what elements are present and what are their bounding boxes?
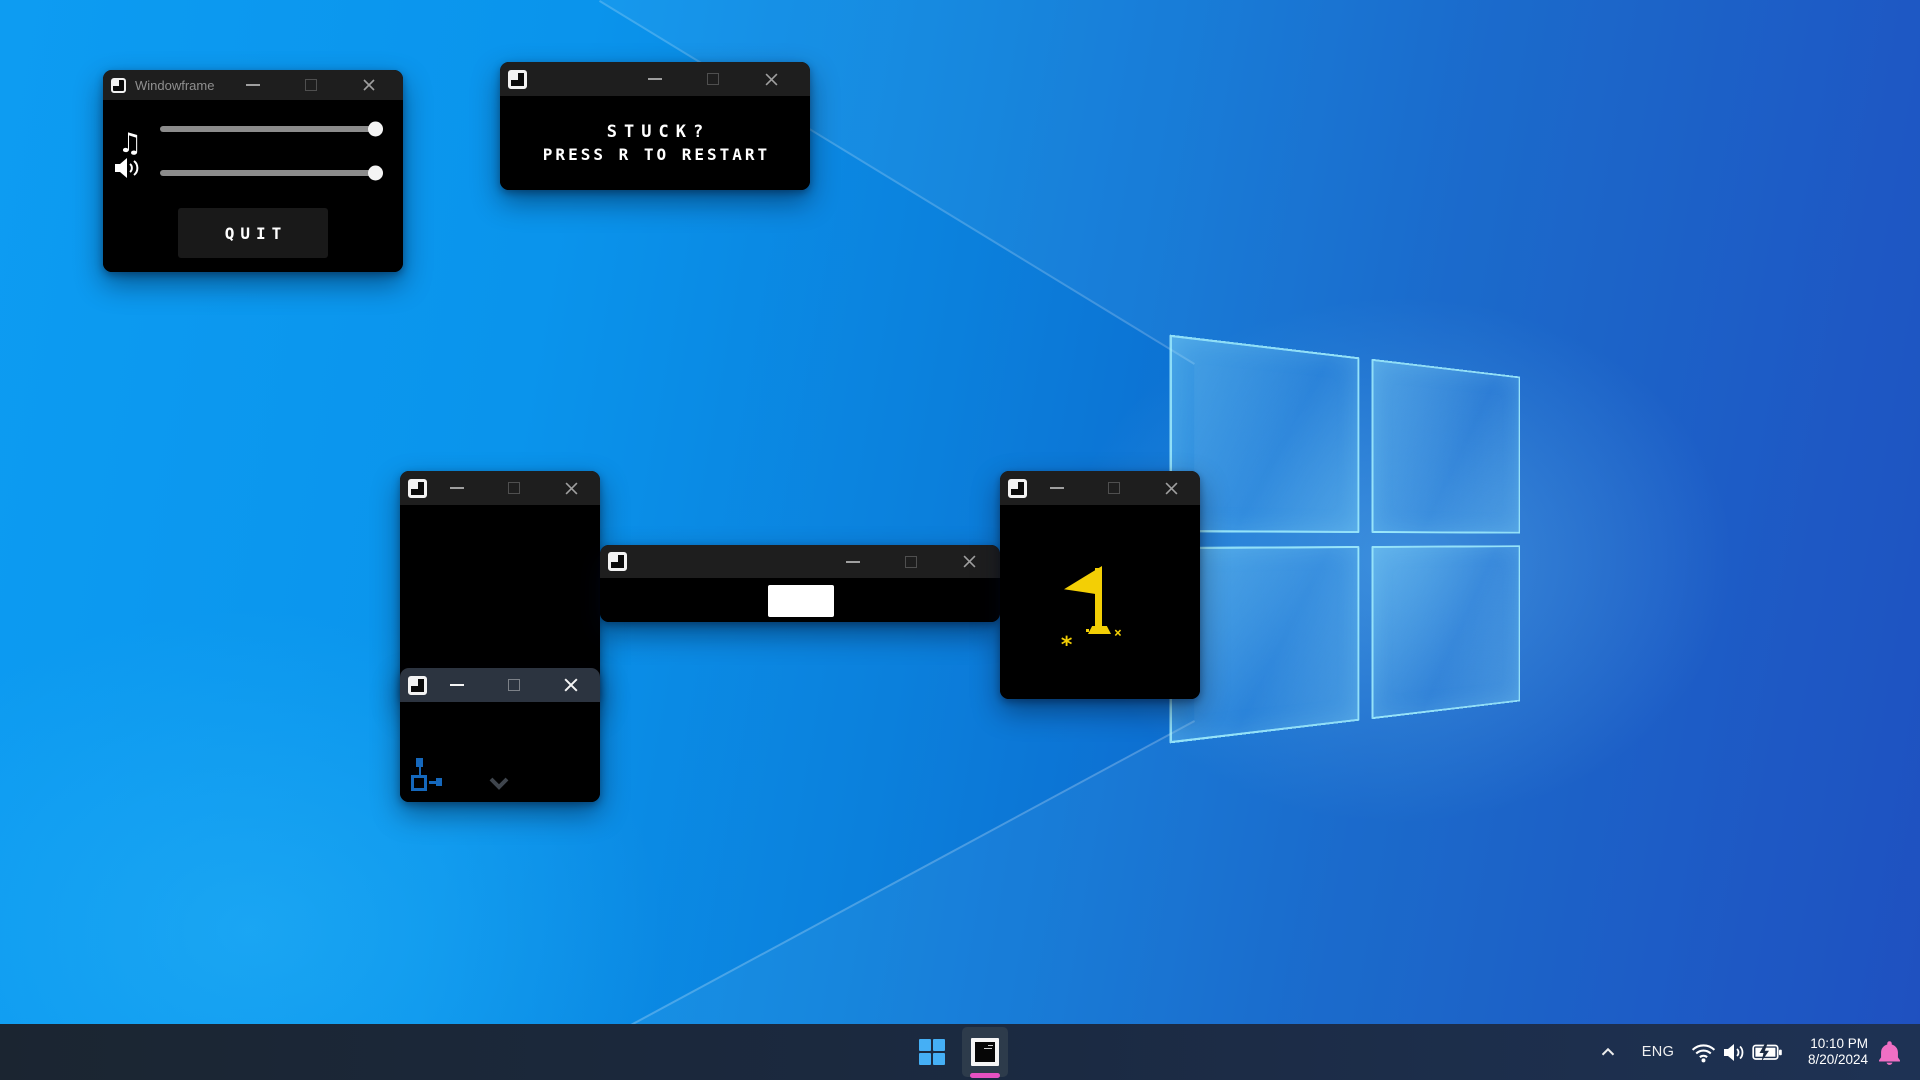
- sound-volume-slider[interactable]: [160, 170, 383, 176]
- close-icon: [963, 555, 976, 568]
- music-volume-slider-handle[interactable]: [368, 122, 383, 137]
- close-icon: [1165, 482, 1178, 495]
- window-title: Windowframe: [135, 78, 214, 93]
- game-window-body: [400, 702, 600, 802]
- game-window-titlebar[interactable]: [600, 545, 1000, 578]
- minimize-button[interactable]: [1028, 471, 1085, 505]
- close-icon: [565, 482, 578, 495]
- windows-logo-pane: [1371, 545, 1520, 719]
- battery-icon[interactable]: [1748, 1024, 1786, 1080]
- taskbar-app-windowframe[interactable]: [958, 1024, 1012, 1080]
- close-button[interactable]: [940, 545, 998, 578]
- speaker-icon: [114, 156, 144, 185]
- close-button[interactable]: [1143, 471, 1200, 505]
- blue-pin-icon: [416, 758, 423, 767]
- blue-pin-stem: [419, 767, 421, 775]
- minimize-button[interactable]: [824, 545, 882, 578]
- blue-plug-icon: [429, 781, 436, 784]
- close-button[interactable]: [742, 62, 800, 96]
- wifi-icon[interactable]: [1686, 1024, 1720, 1080]
- down-arrow-icon: [488, 776, 510, 795]
- tray-expand-button[interactable]: [1590, 1024, 1626, 1080]
- clock-date: 8/20/2024: [1808, 1052, 1868, 1068]
- close-icon: [363, 79, 375, 91]
- hint-window-body: STUCK? PRESS R TO RESTART: [500, 96, 810, 190]
- start-button[interactable]: [906, 1024, 958, 1080]
- sparkle-icon: *: [1060, 641, 1073, 651]
- game-window-body: [600, 578, 1000, 622]
- volume-icon[interactable]: [1718, 1024, 1752, 1080]
- maximize-button[interactable]: [882, 545, 940, 578]
- windowframe-icon: [508, 70, 527, 89]
- active-app-indicator: [970, 1073, 1000, 1078]
- sound-volume-slider-handle[interactable]: [368, 166, 383, 181]
- sparkle-icon: ×: [1114, 629, 1122, 639]
- game-window-titlebar[interactable]: [400, 471, 600, 505]
- blue-plug-head: [436, 778, 442, 786]
- hint-line-1: STUCK?: [600, 122, 710, 142]
- game-window-titlebar[interactable]: [1000, 471, 1200, 505]
- maximize-button[interactable]: [485, 471, 542, 505]
- windowframe-icon: [408, 479, 427, 498]
- quit-button[interactable]: QUIT: [178, 208, 328, 258]
- minimize-button[interactable]: [428, 471, 485, 505]
- player-character: [768, 585, 834, 617]
- hint-window-titlebar[interactable]: [500, 62, 810, 96]
- goal-window-body: * ×: [1000, 505, 1200, 699]
- maximize-button[interactable]: [485, 668, 542, 702]
- clock-time: 10:10 PM: [1810, 1036, 1868, 1052]
- minimize-button[interactable]: [224, 70, 282, 100]
- sparkle-dot: [1086, 629, 1089, 632]
- maximize-button[interactable]: [684, 62, 742, 96]
- close-icon: [765, 73, 778, 86]
- windowframe-icon: [408, 676, 427, 695]
- music-note-icon: ♫: [118, 128, 142, 159]
- maximize-button[interactable]: [282, 70, 340, 100]
- hint-window: STUCK? PRESS R TO RESTART: [500, 62, 810, 190]
- hint-line-2: PRESS R TO RESTART: [540, 145, 770, 164]
- windowframe-icon: [111, 78, 126, 93]
- goal-window: * ×: [1000, 471, 1200, 699]
- minimize-button[interactable]: [428, 668, 485, 702]
- maximize-button[interactable]: [1085, 471, 1142, 505]
- windowframe-app-icon: [971, 1038, 999, 1066]
- chevron-up-icon: [1597, 1041, 1619, 1063]
- windowframe-icon: [608, 552, 627, 571]
- game-window-small: [400, 668, 600, 802]
- notifications-bell-button[interactable]: [1870, 1024, 1908, 1080]
- taskbar: ENG: [0, 1024, 1920, 1080]
- game-window-tall: [400, 471, 600, 701]
- music-volume-slider[interactable]: [160, 126, 383, 132]
- settings-window-titlebar[interactable]: Windowframe: [103, 70, 403, 100]
- taskbar-clock[interactable]: 10:10 PM 8/20/2024: [1786, 1024, 1868, 1080]
- close-button[interactable]: [340, 70, 398, 100]
- settings-window-body: ♫ QUIT: [103, 100, 403, 272]
- bell-icon: [1876, 1039, 1903, 1066]
- desktop: Windowframe ♫: [0, 0, 1920, 1080]
- goal-flag-pole: [1095, 568, 1102, 628]
- windows-logo: [1170, 335, 1521, 744]
- language-indicator[interactable]: ENG: [1634, 1024, 1682, 1080]
- windowframe-icon: [1008, 479, 1027, 498]
- settings-window: Windowframe ♫: [103, 70, 403, 272]
- close-button[interactable]: [543, 471, 600, 505]
- blue-box-icon: [411, 775, 427, 791]
- windows-logo-pane: [1371, 359, 1520, 533]
- minimize-button[interactable]: [626, 62, 684, 96]
- close-button[interactable]: [543, 668, 600, 702]
- close-icon: [564, 678, 578, 692]
- system-tray: ENG: [1590, 1024, 1920, 1080]
- game-window-wide: [600, 545, 1000, 622]
- windows-start-icon: [919, 1039, 945, 1065]
- game-window-titlebar[interactable]: [400, 668, 600, 702]
- goal-flag-base: [1088, 626, 1111, 634]
